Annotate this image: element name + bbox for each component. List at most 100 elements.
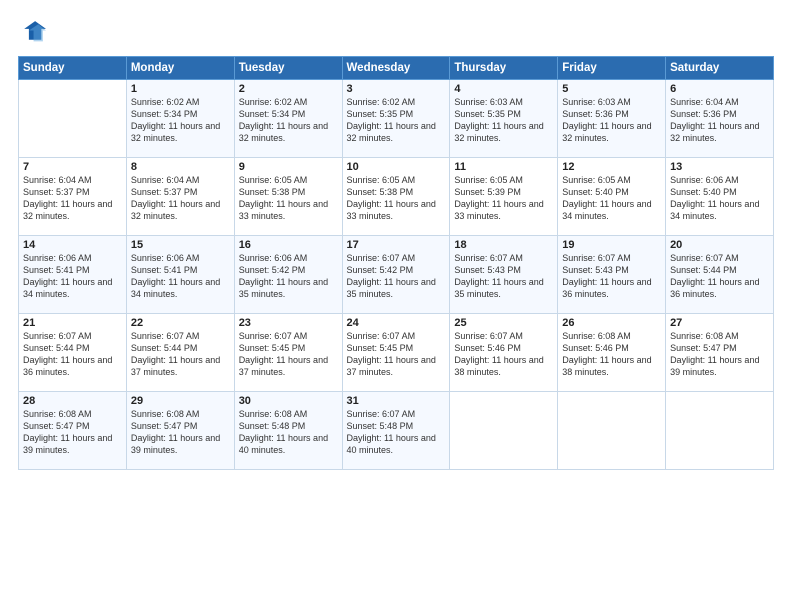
sunset-text: Sunset: 5:48 PM [239, 420, 338, 432]
cell-content: 12 Sunrise: 6:05 AM Sunset: 5:40 PM Dayl… [562, 161, 661, 223]
calendar-cell: 1 Sunrise: 6:02 AM Sunset: 5:34 PM Dayli… [126, 80, 234, 158]
weekday-header-thursday: Thursday [450, 57, 558, 80]
cell-content: 5 Sunrise: 6:03 AM Sunset: 5:36 PM Dayli… [562, 83, 661, 145]
sunrise-text: Sunrise: 6:07 AM [347, 330, 446, 342]
sunset-text: Sunset: 5:34 PM [131, 108, 230, 120]
cell-content: 18 Sunrise: 6:07 AM Sunset: 5:43 PM Dayl… [454, 239, 553, 301]
day-number: 17 [347, 239, 446, 251]
cell-content: 22 Sunrise: 6:07 AM Sunset: 5:44 PM Dayl… [131, 317, 230, 379]
calendar-cell: 9 Sunrise: 6:05 AM Sunset: 5:38 PM Dayli… [234, 158, 342, 236]
calendar-cell: 5 Sunrise: 6:03 AM Sunset: 5:36 PM Dayli… [558, 80, 666, 158]
sunset-text: Sunset: 5:37 PM [131, 186, 230, 198]
sunrise-text: Sunrise: 6:08 AM [239, 408, 338, 420]
weekday-header-saturday: Saturday [666, 57, 774, 80]
calendar-cell: 8 Sunrise: 6:04 AM Sunset: 5:37 PM Dayli… [126, 158, 234, 236]
calendar-cell: 22 Sunrise: 6:07 AM Sunset: 5:44 PM Dayl… [126, 314, 234, 392]
sunset-text: Sunset: 5:45 PM [239, 342, 338, 354]
day-number: 25 [454, 317, 553, 329]
cell-content: 14 Sunrise: 6:06 AM Sunset: 5:41 PM Dayl… [23, 239, 122, 301]
sunset-text: Sunset: 5:40 PM [562, 186, 661, 198]
calendar-cell: 13 Sunrise: 6:06 AM Sunset: 5:40 PM Dayl… [666, 158, 774, 236]
calendar-cell [558, 392, 666, 470]
day-number: 1 [131, 83, 230, 95]
calendar-cell: 21 Sunrise: 6:07 AM Sunset: 5:44 PM Dayl… [19, 314, 127, 392]
sunset-text: Sunset: 5:38 PM [239, 186, 338, 198]
day-number: 20 [670, 239, 769, 251]
weekday-header-sunday: Sunday [19, 57, 127, 80]
daylight-text: Daylight: 11 hours and 37 minutes. [131, 354, 230, 378]
calendar-cell [450, 392, 558, 470]
day-number: 21 [23, 317, 122, 329]
sunrise-text: Sunrise: 6:07 AM [347, 408, 446, 420]
daylight-text: Daylight: 11 hours and 33 minutes. [454, 198, 553, 222]
calendar-cell: 18 Sunrise: 6:07 AM Sunset: 5:43 PM Dayl… [450, 236, 558, 314]
day-number: 24 [347, 317, 446, 329]
daylight-text: Daylight: 11 hours and 34 minutes. [23, 276, 122, 300]
calendar-table: SundayMondayTuesdayWednesdayThursdayFrid… [18, 56, 774, 470]
cell-content: 4 Sunrise: 6:03 AM Sunset: 5:35 PM Dayli… [454, 83, 553, 145]
day-number: 11 [454, 161, 553, 173]
sunrise-text: Sunrise: 6:06 AM [23, 252, 122, 264]
header [18, 18, 774, 46]
calendar-cell: 4 Sunrise: 6:03 AM Sunset: 5:35 PM Dayli… [450, 80, 558, 158]
calendar-cell: 10 Sunrise: 6:05 AM Sunset: 5:38 PM Dayl… [342, 158, 450, 236]
daylight-text: Daylight: 11 hours and 36 minutes. [670, 276, 769, 300]
daylight-text: Daylight: 11 hours and 32 minutes. [23, 198, 122, 222]
cell-content: 13 Sunrise: 6:06 AM Sunset: 5:40 PM Dayl… [670, 161, 769, 223]
cell-content: 17 Sunrise: 6:07 AM Sunset: 5:42 PM Dayl… [347, 239, 446, 301]
day-number: 7 [23, 161, 122, 173]
cell-content: 29 Sunrise: 6:08 AM Sunset: 5:47 PM Dayl… [131, 395, 230, 457]
week-row-2: 7 Sunrise: 6:04 AM Sunset: 5:37 PM Dayli… [19, 158, 774, 236]
day-number: 2 [239, 83, 338, 95]
daylight-text: Daylight: 11 hours and 37 minutes. [347, 354, 446, 378]
calendar-cell: 2 Sunrise: 6:02 AM Sunset: 5:34 PM Dayli… [234, 80, 342, 158]
sunrise-text: Sunrise: 6:07 AM [562, 252, 661, 264]
calendar-cell: 27 Sunrise: 6:08 AM Sunset: 5:47 PM Dayl… [666, 314, 774, 392]
week-row-3: 14 Sunrise: 6:06 AM Sunset: 5:41 PM Dayl… [19, 236, 774, 314]
sunset-text: Sunset: 5:36 PM [562, 108, 661, 120]
cell-content: 6 Sunrise: 6:04 AM Sunset: 5:36 PM Dayli… [670, 83, 769, 145]
day-number: 29 [131, 395, 230, 407]
sunset-text: Sunset: 5:40 PM [670, 186, 769, 198]
day-number: 30 [239, 395, 338, 407]
daylight-text: Daylight: 11 hours and 37 minutes. [239, 354, 338, 378]
sunset-text: Sunset: 5:42 PM [239, 264, 338, 276]
calendar-cell: 17 Sunrise: 6:07 AM Sunset: 5:42 PM Dayl… [342, 236, 450, 314]
sunrise-text: Sunrise: 6:08 AM [131, 408, 230, 420]
calendar-cell: 11 Sunrise: 6:05 AM Sunset: 5:39 PM Dayl… [450, 158, 558, 236]
week-row-1: 1 Sunrise: 6:02 AM Sunset: 5:34 PM Dayli… [19, 80, 774, 158]
sunset-text: Sunset: 5:43 PM [454, 264, 553, 276]
week-row-5: 28 Sunrise: 6:08 AM Sunset: 5:47 PM Dayl… [19, 392, 774, 470]
cell-content: 20 Sunrise: 6:07 AM Sunset: 5:44 PM Dayl… [670, 239, 769, 301]
day-number: 12 [562, 161, 661, 173]
sunrise-text: Sunrise: 6:06 AM [239, 252, 338, 264]
sunset-text: Sunset: 5:38 PM [347, 186, 446, 198]
sunrise-text: Sunrise: 6:07 AM [454, 252, 553, 264]
day-number: 6 [670, 83, 769, 95]
sunrise-text: Sunrise: 6:08 AM [562, 330, 661, 342]
sunrise-text: Sunrise: 6:05 AM [562, 174, 661, 186]
daylight-text: Daylight: 11 hours and 36 minutes. [23, 354, 122, 378]
sunset-text: Sunset: 5:44 PM [670, 264, 769, 276]
cell-content: 25 Sunrise: 6:07 AM Sunset: 5:46 PM Dayl… [454, 317, 553, 379]
daylight-text: Daylight: 11 hours and 32 minutes. [131, 120, 230, 144]
weekday-header-row: SundayMondayTuesdayWednesdayThursdayFrid… [19, 57, 774, 80]
day-number: 27 [670, 317, 769, 329]
sunset-text: Sunset: 5:44 PM [23, 342, 122, 354]
sunset-text: Sunset: 5:45 PM [347, 342, 446, 354]
daylight-text: Daylight: 11 hours and 38 minutes. [454, 354, 553, 378]
sunrise-text: Sunrise: 6:02 AM [347, 96, 446, 108]
week-row-4: 21 Sunrise: 6:07 AM Sunset: 5:44 PM Dayl… [19, 314, 774, 392]
calendar-cell [19, 80, 127, 158]
sunset-text: Sunset: 5:47 PM [670, 342, 769, 354]
sunrise-text: Sunrise: 6:04 AM [670, 96, 769, 108]
cell-content: 7 Sunrise: 6:04 AM Sunset: 5:37 PM Dayli… [23, 161, 122, 223]
calendar-cell: 14 Sunrise: 6:06 AM Sunset: 5:41 PM Dayl… [19, 236, 127, 314]
sunrise-text: Sunrise: 6:08 AM [670, 330, 769, 342]
calendar-cell: 25 Sunrise: 6:07 AM Sunset: 5:46 PM Dayl… [450, 314, 558, 392]
sunrise-text: Sunrise: 6:06 AM [670, 174, 769, 186]
sunset-text: Sunset: 5:44 PM [131, 342, 230, 354]
cell-content: 24 Sunrise: 6:07 AM Sunset: 5:45 PM Dayl… [347, 317, 446, 379]
daylight-text: Daylight: 11 hours and 35 minutes. [239, 276, 338, 300]
day-number: 10 [347, 161, 446, 173]
